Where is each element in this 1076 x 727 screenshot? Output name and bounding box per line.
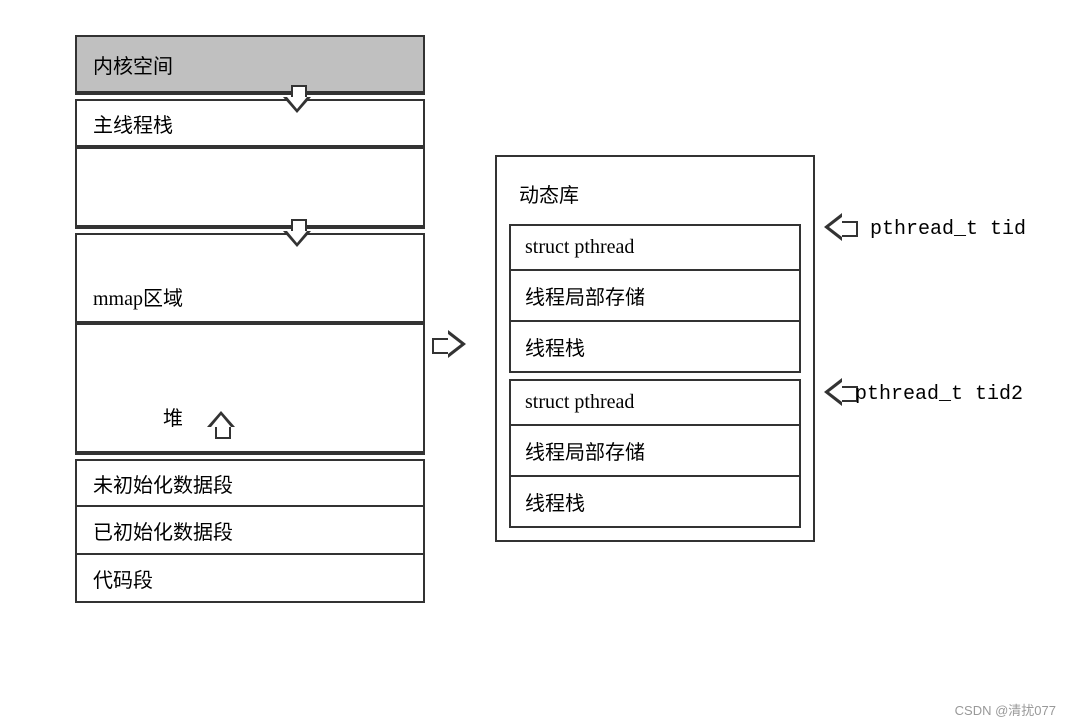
dynamic-lib-label: 动态库 (519, 185, 579, 207)
mmap-region-label: mmap区域 (93, 282, 183, 311)
process-memory-layout: 内核空间 主线程栈 mmap区域 堆 未初始化数据段 已初始化数据段 代码段 (75, 35, 425, 603)
empty-region-1 (75, 147, 425, 227)
heap-label: 堆 (93, 402, 183, 431)
tls-label-1: 线程局部存储 (525, 287, 645, 309)
kernel-space-label: 内核空间 (93, 50, 173, 79)
kernel-space-box: 内核空间 (75, 35, 425, 93)
code-segment-box: 代码段 (75, 555, 425, 603)
tid2-label: pthread_t tid2 (855, 383, 1023, 406)
thread-stack-row: 线程栈 (511, 322, 799, 371)
struct-pthread-row: struct pthread (511, 381, 799, 426)
thread-stack-label-1: 线程栈 (525, 338, 585, 360)
tls-row: 线程局部存储 (511, 426, 799, 477)
struct-pthread-row: struct pthread (511, 226, 799, 271)
mmap-to-detail-arrow-icon (432, 330, 472, 360)
bss-segment-label: 未初始化数据段 (93, 469, 233, 498)
tid1-label: pthread_t tid (870, 218, 1026, 241)
data-segment-label: 已初始化数据段 (93, 516, 233, 545)
mmap-grow-down-arrow-icon (283, 219, 313, 249)
code-segment-label: 代码段 (93, 564, 153, 593)
main-thread-stack-box: 主线程栈 (75, 99, 425, 147)
thread-block-1: struct pthread 线程局部存储 线程栈 (509, 224, 801, 373)
thread-stack-label-2: 线程栈 (525, 493, 585, 515)
watermark: CSDN @清扰077 (955, 700, 1056, 719)
thread-stack-row: 线程栈 (511, 477, 799, 526)
heap-box: 堆 (75, 323, 425, 453)
tls-label-2: 线程局部存储 (525, 442, 645, 464)
struct-pthread-label-1: struct pthread (525, 236, 634, 258)
mmap-detail-column: 动态库 struct pthread 线程局部存储 线程栈 struct pth… (495, 155, 815, 542)
dynamic-lib-box: 动态库 (509, 169, 801, 218)
main-thread-stack-label: 主线程栈 (93, 109, 173, 138)
data-segment-box: 已初始化数据段 (75, 507, 425, 555)
heap-grow-up-arrow-icon (207, 409, 237, 439)
bss-segment-box: 未初始化数据段 (75, 459, 425, 507)
mmap-region-box: mmap区域 (75, 233, 425, 323)
thread-block-2: struct pthread 线程局部存储 线程栈 (509, 379, 801, 528)
tls-row: 线程局部存储 (511, 271, 799, 322)
tid1-arrow-icon (818, 213, 858, 243)
struct-pthread-label-2: struct pthread (525, 391, 634, 413)
stack-grow-down-arrow-icon (283, 85, 313, 115)
tid2-arrow-icon (818, 378, 858, 408)
